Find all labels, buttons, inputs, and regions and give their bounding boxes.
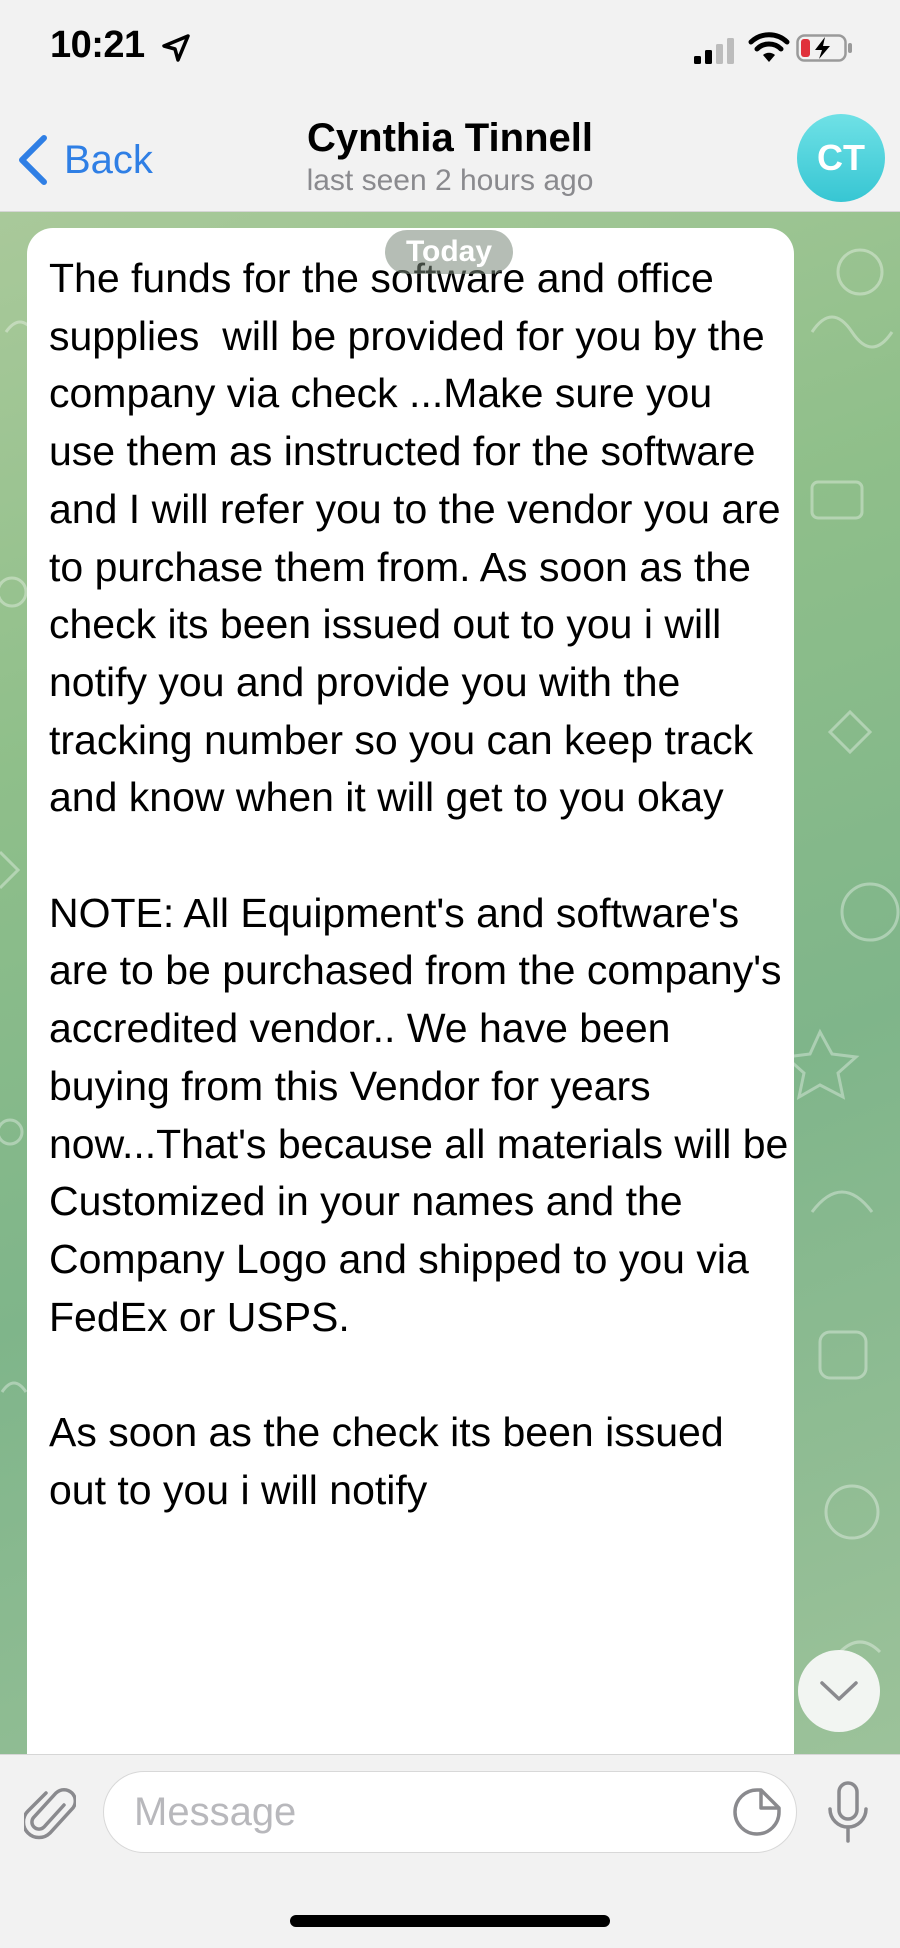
home-indicator xyxy=(290,1915,610,1927)
status-time: 10:21 xyxy=(50,24,145,66)
message-bubble[interactable]: The funds for the software and office su… xyxy=(27,228,794,1754)
scroll-to-bottom-button[interactable] xyxy=(798,1650,880,1732)
chevron-down-icon xyxy=(820,1681,858,1701)
chat-area[interactable]: The funds for the software and office su… xyxy=(0,212,900,1754)
microphone-icon[interactable] xyxy=(826,1781,870,1845)
back-button[interactable]: Back xyxy=(16,132,153,188)
cellular-signal-icon xyxy=(694,38,734,64)
message-text: The funds for the software and office su… xyxy=(49,255,789,1513)
wifi-icon xyxy=(748,32,790,62)
status-bar: 10:21 xyxy=(0,0,900,100)
contact-name[interactable]: Cynthia Tinnell xyxy=(250,116,650,161)
last-seen-status: last seen 2 hours ago xyxy=(306,164,594,197)
back-label: Back xyxy=(64,137,153,182)
paperclip-icon[interactable] xyxy=(24,1783,76,1843)
sticker-icon[interactable] xyxy=(732,1787,782,1837)
battery-charging-icon xyxy=(796,34,852,62)
chat-header: Back Cynthia Tinnell last seen 2 hours a… xyxy=(0,100,900,212)
contact-avatar[interactable]: CT xyxy=(797,114,885,202)
location-arrow-icon xyxy=(162,34,190,62)
date-separator: Today xyxy=(385,230,513,274)
message-input-bar xyxy=(0,1754,900,1948)
chevron-left-icon xyxy=(19,135,47,185)
message-input[interactable] xyxy=(103,1771,797,1853)
